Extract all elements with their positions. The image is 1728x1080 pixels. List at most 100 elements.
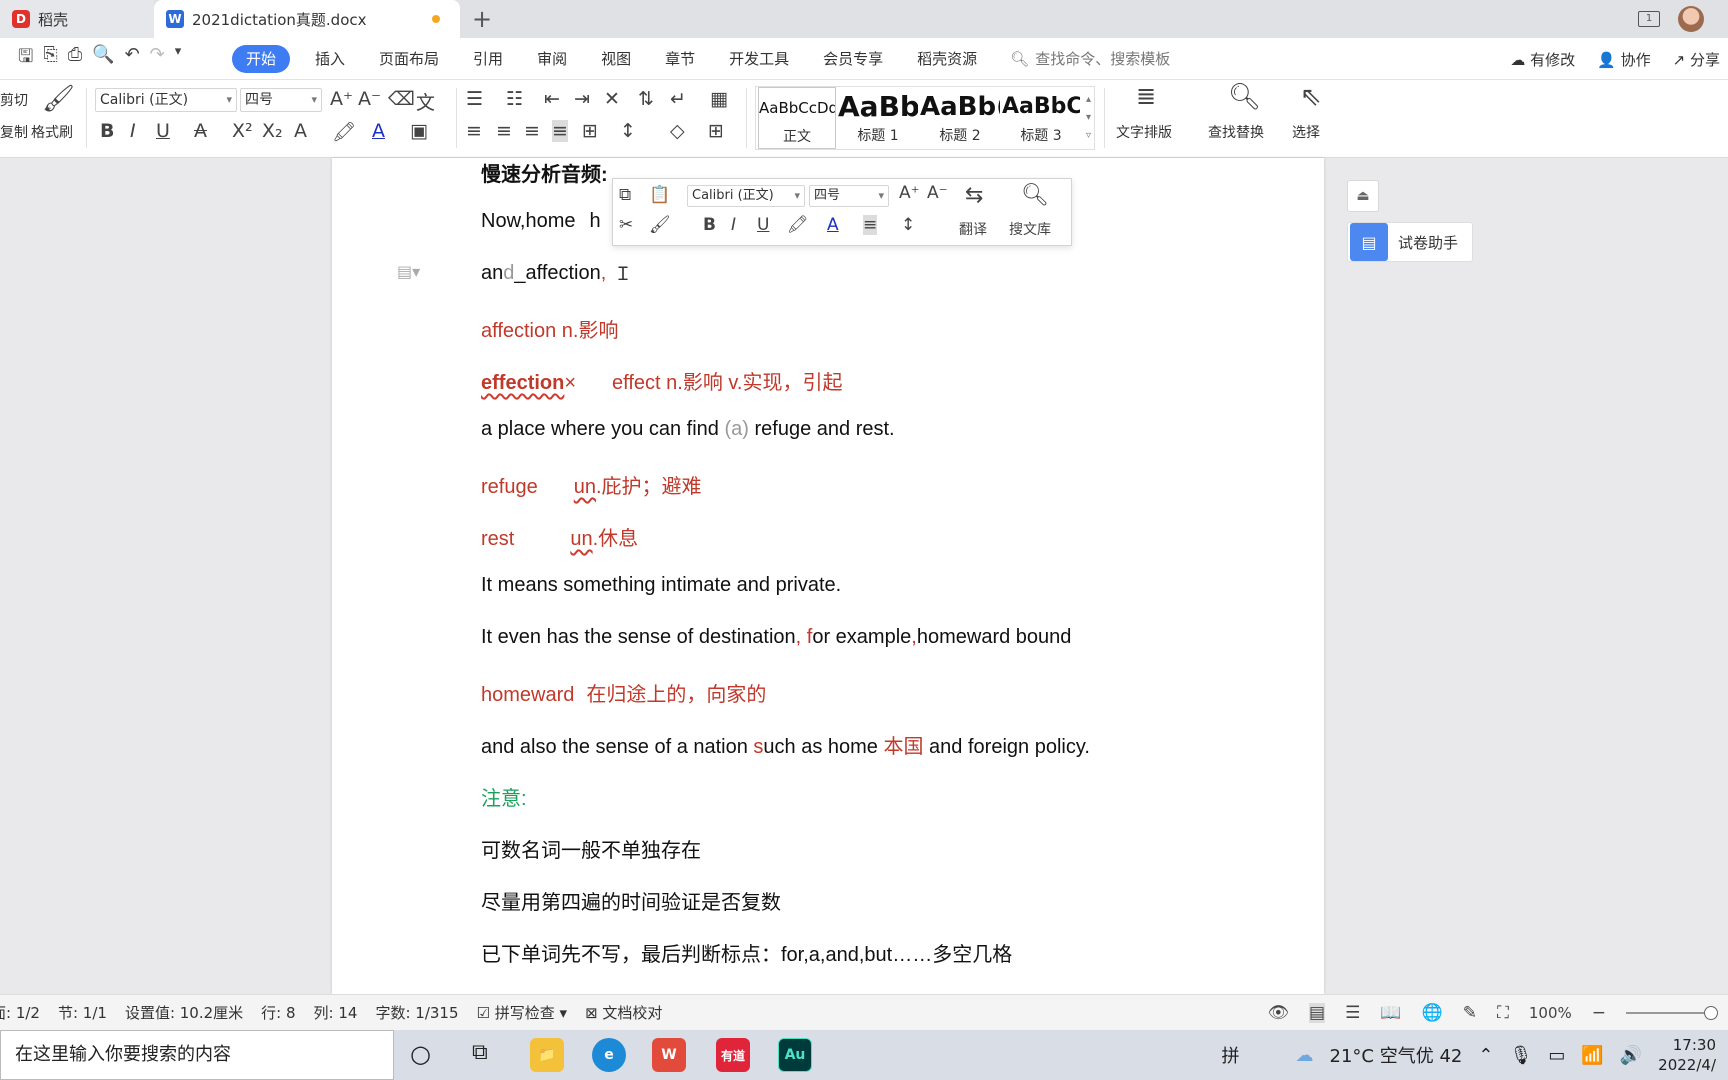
paste-icon[interactable]: 📋 [649,185,670,205]
line-spacing-icon[interactable]: ↕ [620,120,636,142]
shrink-font-icon[interactable]: A⁻ [358,88,381,110]
increase-indent-icon[interactable]: ⇥ [574,88,590,110]
select-button[interactable]: 选择 [1292,122,1320,142]
show-marks-icon[interactable]: ↵ [670,88,686,110]
edge-browser-icon[interactable]: e [592,1038,626,1072]
format-painter-button[interactable]: 格式刷 [31,122,73,142]
mini-font-select[interactable]: Calibri (正文) [687,185,805,207]
youdao-app-icon[interactable]: 有道 [716,1038,750,1072]
align-right-icon[interactable]: ≡ [524,120,540,142]
highlight-icon[interactable]: 🖍 [332,120,356,143]
menu-home[interactable]: 开始 [232,44,291,73]
zoom-slider-knob[interactable] [1704,1006,1718,1020]
mini-grow-font-icon[interactable]: A⁺ [899,183,920,203]
copy-button[interactable]: 复制 [0,122,28,142]
eye-protection-icon[interactable]: 👁 [1267,1003,1289,1023]
new-tab-button[interactable]: + [460,0,504,38]
align-center-icon[interactable]: ≡ [496,120,512,142]
menu-view[interactable]: 视图 [584,45,648,73]
menu-member[interactable]: 会员专享 [806,45,900,73]
style-normal[interactable]: AaBbCcDd 正文 [758,87,836,149]
find-replace-button[interactable]: 查找替换 [1208,122,1264,142]
style-heading-1[interactable]: AaBb 标题 1 [838,87,918,149]
strikethrough-icon[interactable]: A [194,120,207,142]
wps-office-icon[interactable]: W [652,1038,686,1072]
font-size-select[interactable]: 四号 [240,88,322,112]
menu-insert[interactable]: 插入 [298,45,362,73]
command-search[interactable]: 🔍︎ 查找命令、搜索模板 [1010,48,1170,69]
bullets-icon[interactable]: ☰ [466,88,483,110]
italic-icon[interactable]: I [130,120,136,142]
mini-underline-icon[interactable]: U [757,215,769,235]
borders-icon[interactable]: ⊞ [708,120,724,142]
document-page[interactable]: 慢速分析音频: Now,homeh belonging and_affectio… [332,158,1324,994]
sort-icon[interactable]: ⇅ [638,88,654,110]
font-family-select[interactable]: Calibri (正文) [95,88,237,112]
copy-icon[interactable]: ⧉ [619,185,631,205]
translate-button[interactable]: 翻译 [959,219,987,239]
style-heading-3[interactable]: AaBbC 标题 3 [1002,87,1080,149]
save-icon[interactable]: 🖫 [18,44,33,74]
justify-icon[interactable]: ≡ [552,120,568,142]
table-grid-icon[interactable]: ▦ [710,88,728,110]
zoom-slider[interactable] [1626,1006,1718,1020]
paragraph-handle-icon[interactable]: ▤▾ [397,262,420,281]
mini-line-spacing-icon[interactable]: ↕ [901,215,915,235]
font-color-icon[interactable]: A [372,120,385,142]
search-library-icon[interactable]: 🔍︎ [1021,183,1049,208]
cut-button[interactable]: 剪切 [0,90,28,110]
battery-icon[interactable]: ▭ [1548,1045,1565,1066]
right-panel-collapse-button[interactable]: ⏏ [1347,180,1379,212]
menu-section[interactable]: 章节 [648,45,712,73]
cortana-icon[interactable]: ○ [410,1040,431,1068]
wifi-icon[interactable]: 📶 [1581,1045,1603,1066]
doc-check-button[interactable]: ⊠ 文档校对 [585,1002,662,1023]
tray-expand-icon[interactable]: ⌃ [1478,1045,1493,1066]
numbering-icon[interactable]: ☷ [506,88,523,110]
weather-text[interactable]: 21°C 空气优 42 [1330,1042,1463,1068]
format-painter-icon[interactable]: 🖌 [42,84,75,114]
style-heading-2[interactable]: AaBb( 标题 2 [920,87,1000,149]
mini-cut-icon[interactable]: ✂ [619,215,633,235]
translate-icon[interactable]: ⇆ [965,183,983,208]
menu-references[interactable]: 引用 [456,45,520,73]
mini-shrink-font-icon[interactable]: A⁻ [927,183,948,203]
mini-bold-icon[interactable]: B [703,215,716,235]
decrease-indent-icon[interactable]: ⇤ [544,88,560,110]
ime-indicator[interactable]: 拼 [1222,1042,1240,1068]
menu-page-layout[interactable]: 页面布局 [362,45,456,73]
search-library-button[interactable]: 搜文库 [1009,219,1051,239]
grow-font-icon[interactable]: A⁺ [330,88,353,110]
redo-icon[interactable]: ↷ [150,44,165,74]
mini-italic-icon[interactable]: I [731,215,736,235]
edit-icon[interactable]: ✎ [1463,1003,1477,1023]
text-layout-button[interactable]: 文字排版 [1116,122,1172,142]
microphone-icon[interactable]: 🎙 [1509,1045,1532,1066]
audition-app-icon[interactable]: Au [778,1038,812,1072]
collab-button[interactable]: 👤 协作 [1597,49,1650,70]
preview-icon[interactable]: 🔍 [92,44,114,74]
text-layout-icon[interactable]: ≣ [1136,82,1156,110]
find-replace-icon[interactable]: 🔍︎ [1228,82,1261,112]
outline-view-icon[interactable]: ☰ [1345,1003,1360,1023]
shading-icon[interactable]: ◇ [670,120,685,142]
mini-align-icon[interactable]: ≡ [863,215,878,235]
fit-page-icon[interactable]: ⛶ [1497,1003,1509,1023]
volume-icon[interactable]: 🔊 [1620,1045,1642,1066]
print-icon[interactable]: ⎙ [68,44,82,74]
zoom-out-icon[interactable]: − [1592,1003,1606,1023]
bold-icon[interactable]: B [100,120,114,142]
modified-button[interactable]: ☁ 有修改 [1510,49,1575,70]
menu-review[interactable]: 审阅 [520,45,584,73]
share-button[interactable]: ↗ 分享 [1673,49,1720,70]
window-count-icon[interactable]: 1 [1638,11,1660,27]
phonetic-guide-icon[interactable]: 文 [416,88,435,115]
clear-format-icon[interactable]: ⌫ [388,88,415,110]
text-effect-icon[interactable]: A [294,120,307,142]
mini-highlight-icon[interactable]: 🖍 [787,215,809,235]
status-words[interactable]: 字数: 1/315 [375,1002,458,1023]
spell-check-button[interactable]: ☑ 拼写检查 ▾ [477,1002,568,1023]
mini-font-color-icon[interactable]: A [827,215,839,235]
task-view-icon[interactable]: ⧉ [472,1040,488,1065]
exam-assistant-button[interactable]: ▤ 试卷助手 [1347,222,1473,262]
